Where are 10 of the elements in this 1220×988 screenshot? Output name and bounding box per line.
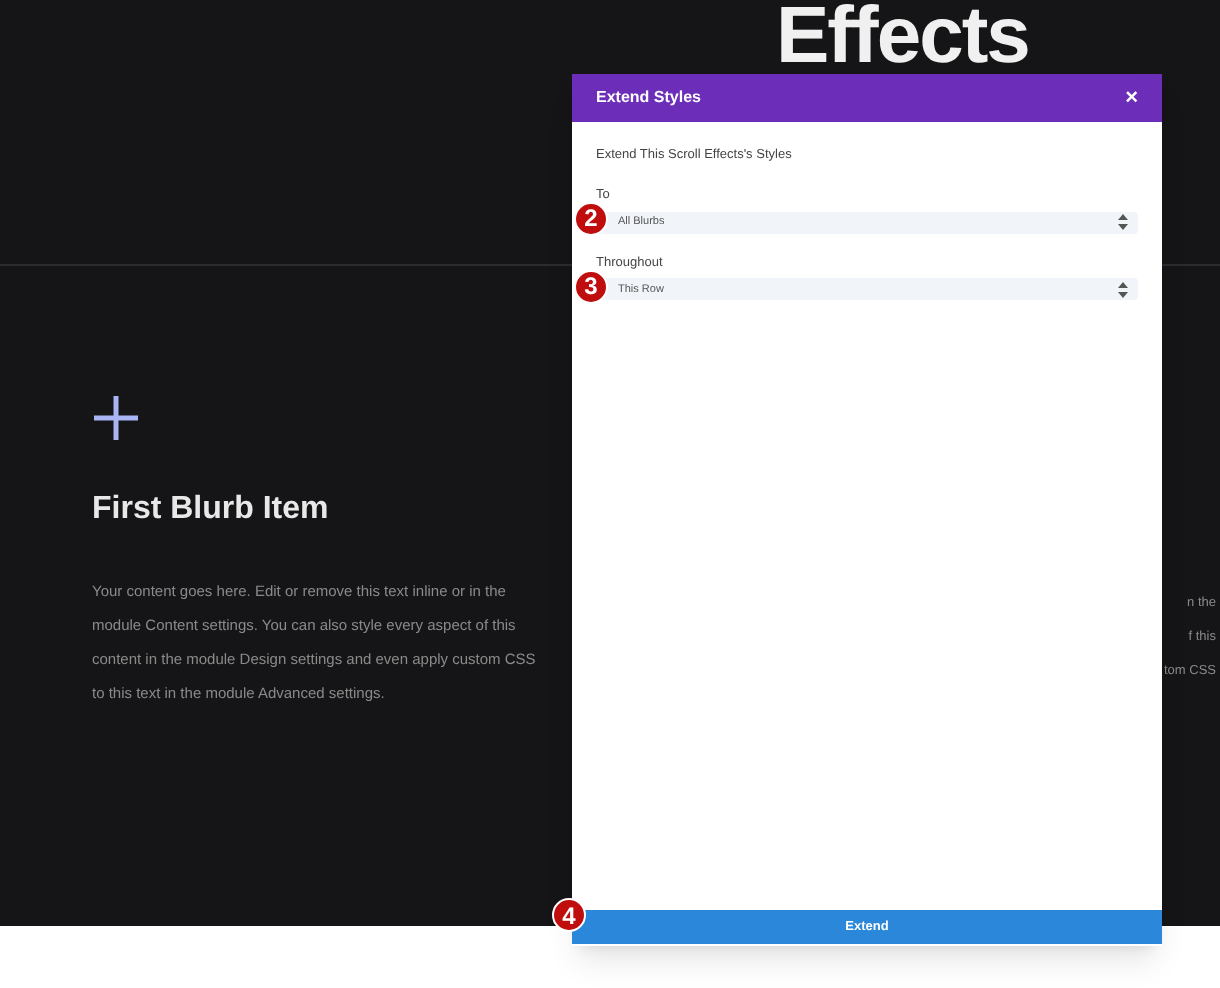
blurb-title: First Blurb Item — [92, 490, 331, 530]
select-caret-icon — [1118, 281, 1128, 298]
plus-icon — [92, 394, 140, 442]
modal-title: Extend Styles — [596, 86, 701, 110]
select-caret-icon — [1118, 214, 1128, 230]
step-badge: 4 — [552, 898, 586, 932]
hero-heading: Effects — [776, 0, 1029, 72]
step-badge: 3 — [574, 269, 608, 303]
close-button[interactable]: × — [1125, 87, 1138, 109]
step-badge: 2 — [574, 201, 608, 236]
